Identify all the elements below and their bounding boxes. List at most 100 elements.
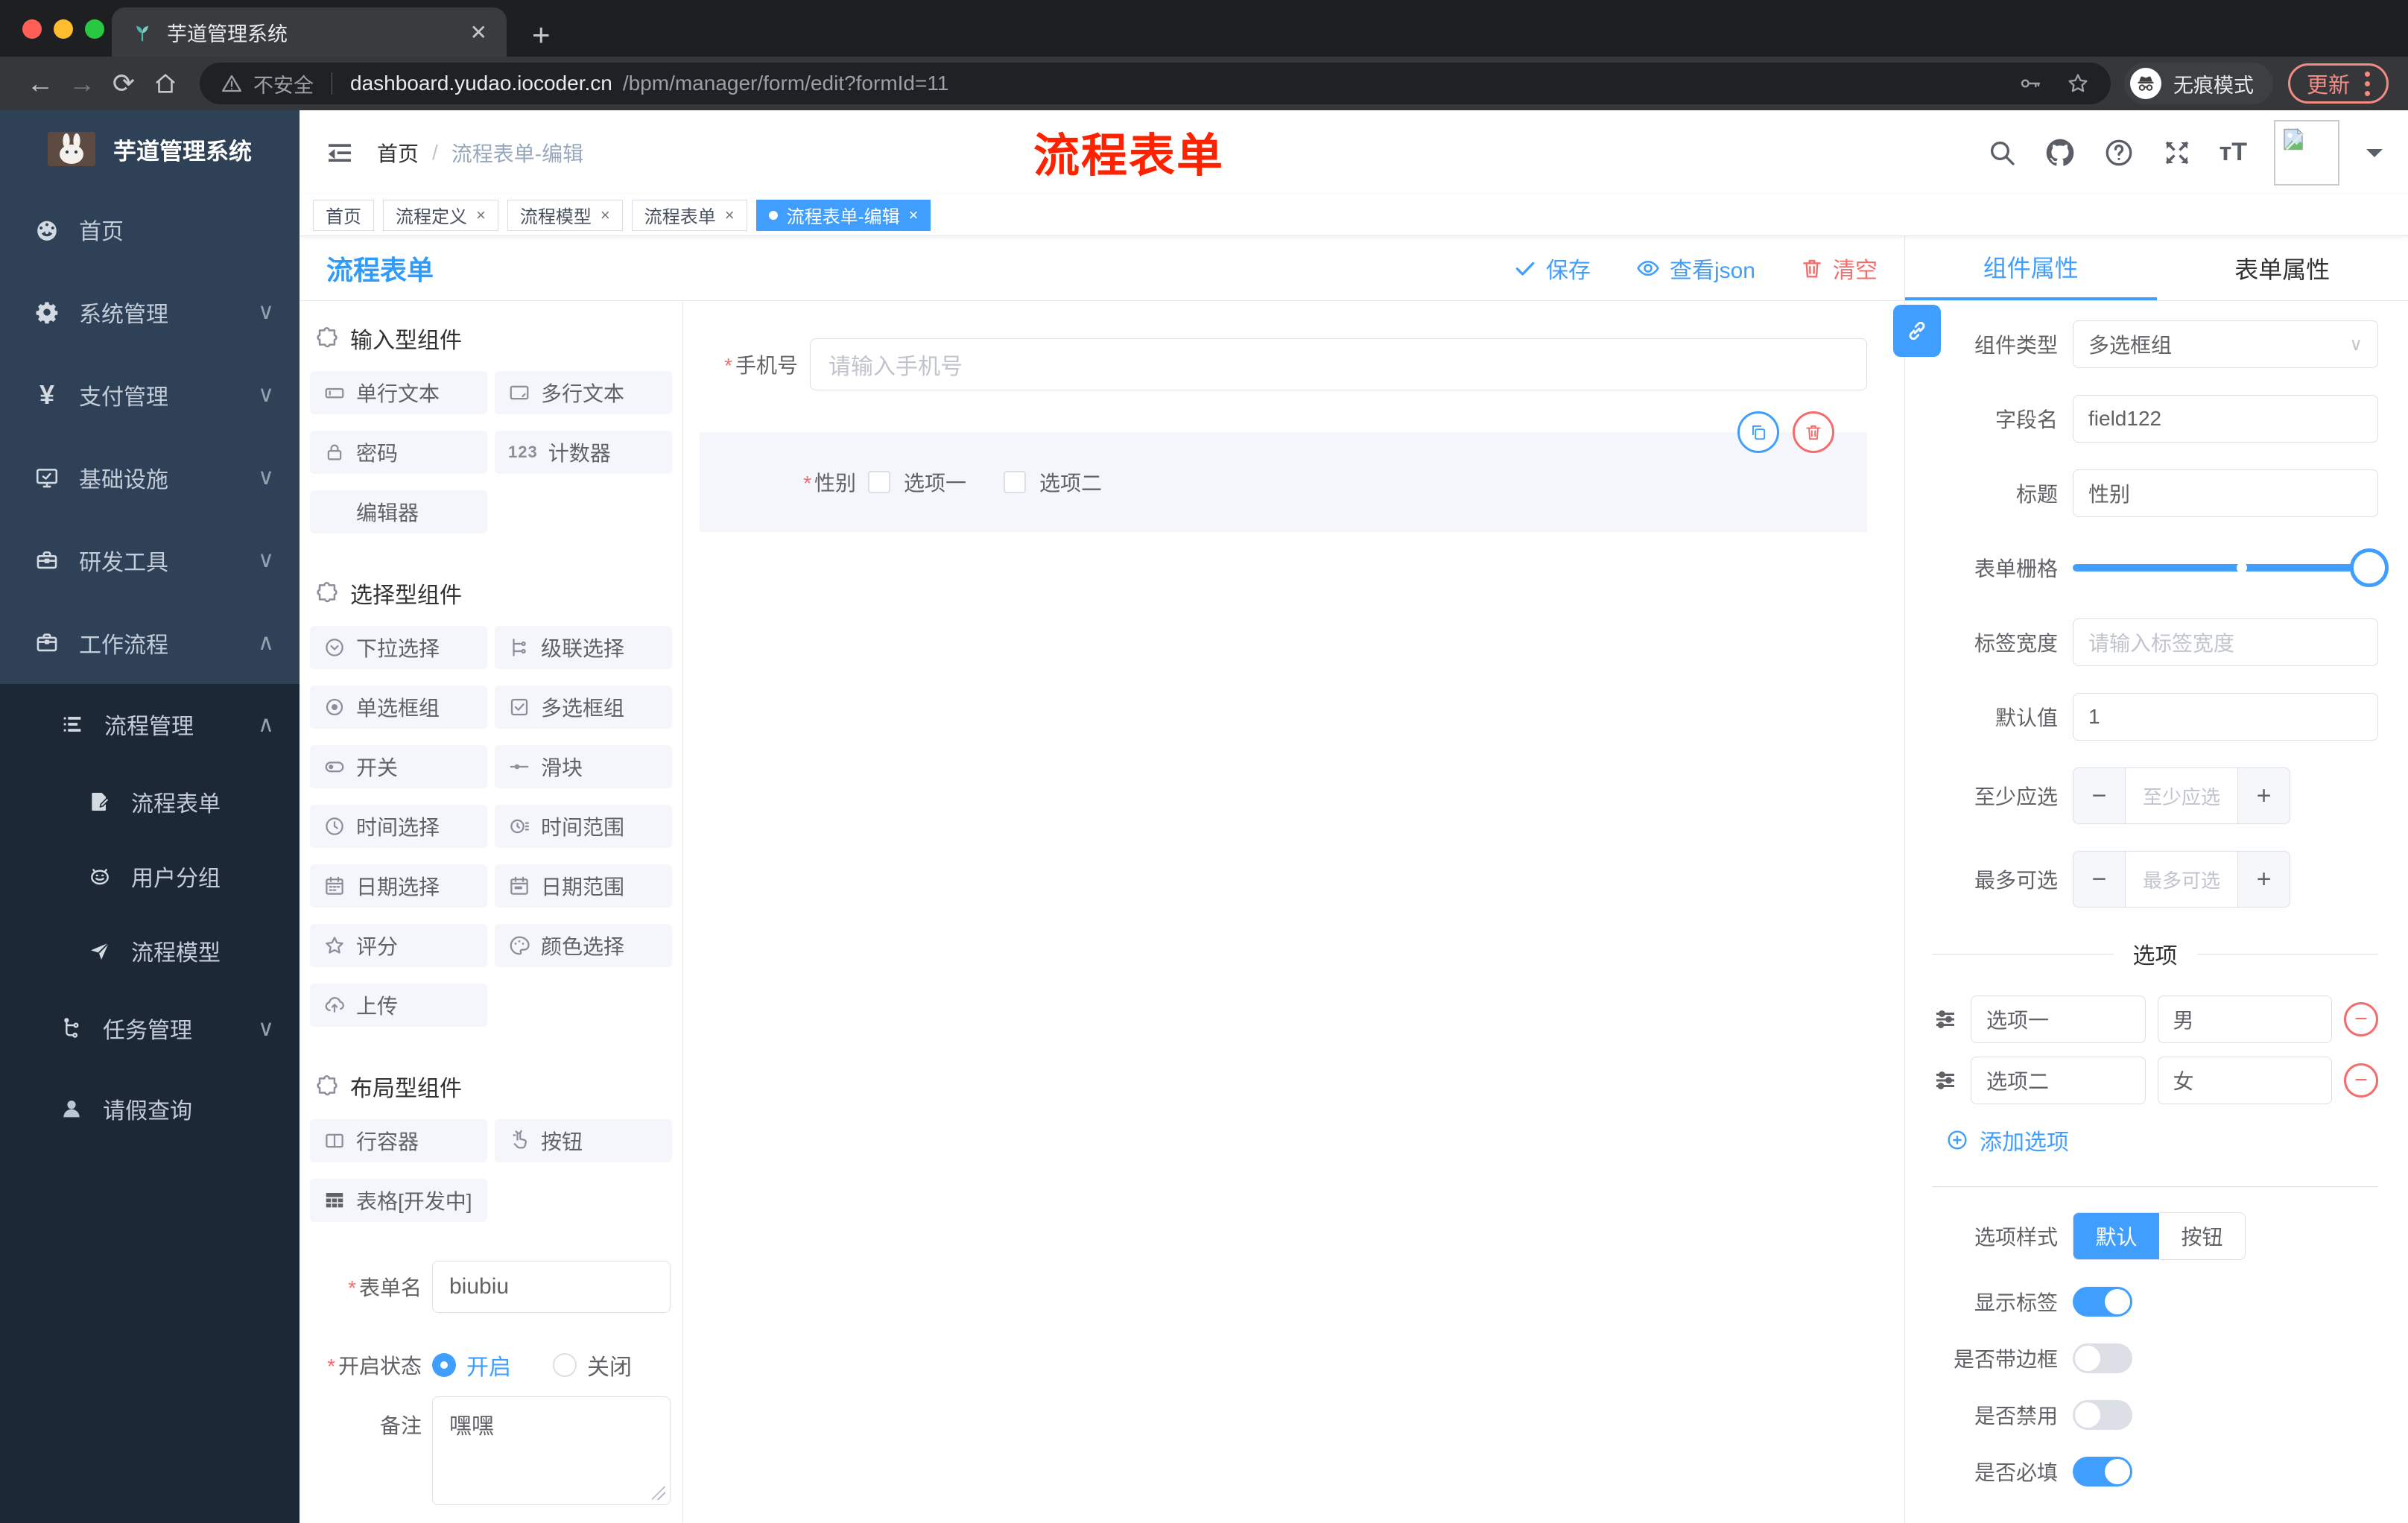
option-label-input[interactable]: 选项一	[1971, 995, 2146, 1043]
palette-item-switch[interactable]: 开关	[310, 745, 487, 788]
status-radio-on[interactable]: 开启	[432, 1349, 511, 1381]
tab-form-props[interactable]: 表单属性	[2157, 236, 2408, 300]
save-button[interactable]: 保存	[1513, 252, 1591, 285]
avatar[interactable]	[2274, 119, 2339, 186]
tag-process-form-edit[interactable]: 流程表单-编辑 ×	[755, 199, 931, 231]
palette-item-password[interactable]: 密码	[310, 431, 487, 474]
home-icon[interactable]	[145, 69, 186, 98]
palette-item-counter[interactable]: 123 计数器	[495, 431, 672, 474]
option-value-input[interactable]: 女	[2157, 1057, 2332, 1104]
sidebar-item-system[interactable]: 系统管理 ∨	[0, 270, 300, 353]
remove-option-button[interactable]: −	[2344, 1002, 2378, 1036]
clear-button[interactable]: 清空	[1800, 252, 1878, 285]
browser-update-button[interactable]: 更新	[2287, 63, 2389, 104]
bookmark-star-icon[interactable]	[2066, 72, 2090, 95]
default-value-input[interactable]: 1	[2073, 693, 2378, 741]
stepper-decrease-button[interactable]: −	[2073, 768, 2126, 823]
font-size-icon[interactable]: тT	[2220, 138, 2247, 167]
palette-item-slider[interactable]: 滑块	[495, 745, 672, 788]
resize-handle[interactable]	[652, 1486, 665, 1500]
canvas-field-phone[interactable]: * 手机号 请输入手机号	[700, 338, 1867, 390]
close-window-button[interactable]	[22, 19, 42, 39]
style-default-button[interactable]: 默认	[2073, 1213, 2159, 1259]
window-controls[interactable]	[22, 19, 104, 39]
tab-close-icon[interactable]: ✕	[470, 20, 487, 45]
palette-item-multi-text[interactable]: 多行文本	[495, 371, 672, 414]
option-value-input[interactable]: 男	[2157, 995, 2332, 1043]
sidebar-item-workflow[interactable]: 工作流程 ∧	[0, 601, 300, 684]
sidebar-item-task-mgmt[interactable]: 任务管理 ∨	[0, 988, 300, 1068]
canvas-field-gender-selected[interactable]: * 性别 选项一 选项二	[700, 411, 1867, 532]
required-toggle[interactable]	[2073, 1457, 2132, 1486]
browser-menu-icon[interactable]	[2365, 71, 2370, 96]
remove-option-button[interactable]: −	[2344, 1063, 2378, 1098]
delete-component-button[interactable]	[1793, 411, 1834, 453]
back-icon[interactable]: ←	[19, 68, 61, 99]
sidebar-item-payment[interactable]: ¥ 支付管理 ∨	[0, 353, 300, 436]
new-tab-button[interactable]: +	[532, 19, 551, 51]
min-select-input[interactable]: 至少应选	[2126, 768, 2237, 823]
security-label[interactable]: 不安全	[253, 69, 314, 98]
form-canvas[interactable]: * 手机号 请输入手机号 * 性别 选项一 选项二	[683, 301, 1904, 1523]
minimize-window-button[interactable]	[54, 19, 73, 39]
tag-process-definition[interactable]: 流程定义 ×	[383, 199, 498, 231]
sidebar-item-devtools[interactable]: 研发工具 ∨	[0, 519, 300, 601]
show-label-toggle[interactable]	[2073, 1287, 2132, 1317]
border-toggle[interactable]	[2073, 1343, 2132, 1373]
search-icon[interactable]	[1987, 138, 2017, 168]
gender-option-2[interactable]: 选项二	[1004, 467, 1102, 497]
link-icon[interactable]	[1893, 305, 1941, 357]
tag-close-icon[interactable]: ×	[909, 206, 919, 225]
component-type-select[interactable]: 多选框组 ∨	[2073, 320, 2378, 368]
github-icon[interactable]	[2044, 136, 2076, 169]
palette-item-time-picker[interactable]: 时间选择	[310, 805, 487, 848]
palette-item-checkbox-group[interactable]: 多选框组	[495, 685, 672, 729]
sidebar-item-user-group[interactable]: 用户分组	[0, 839, 300, 914]
slider-handle[interactable]	[2350, 548, 2389, 587]
stepper-increase-button[interactable]: +	[2237, 768, 2290, 823]
tag-close-icon[interactable]: ×	[601, 206, 610, 225]
copy-component-button[interactable]	[1737, 411, 1779, 453]
form-name-input[interactable]: biubiu	[432, 1261, 671, 1313]
sidebar-item-leave-query[interactable]: 请假查询	[0, 1068, 300, 1149]
phone-input[interactable]: 请输入手机号	[810, 338, 1867, 390]
remark-textarea[interactable]: 嘿嘿	[432, 1396, 671, 1505]
fullscreen-icon[interactable]	[2161, 137, 2193, 168]
checkbox-icon[interactable]	[1004, 471, 1027, 493]
option-label-input[interactable]: 选项二	[1971, 1057, 2146, 1104]
max-select-input[interactable]: 最多可选	[2126, 852, 2237, 907]
key-icon[interactable]	[2018, 72, 2042, 95]
help-icon[interactable]	[2103, 137, 2135, 168]
sidebar-item-process-form[interactable]: 流程表单	[0, 764, 300, 839]
palette-item-rate[interactable]: 评分	[310, 924, 487, 967]
palette-item-cascader[interactable]: 级联选择	[495, 626, 672, 669]
forward-icon[interactable]: →	[61, 68, 103, 99]
palette-item-editor[interactable]: 编辑器	[310, 490, 487, 533]
palette-item-select[interactable]: 下拉选择	[310, 626, 487, 669]
style-button-button[interactable]: 按钮	[2159, 1213, 2245, 1259]
maximize-window-button[interactable]	[85, 19, 104, 39]
sidebar-item-process-mgmt[interactable]: 流程管理 ∧	[0, 684, 300, 764]
tab-component-props[interactable]: 组件属性	[1905, 236, 2157, 300]
drag-handle-icon[interactable]	[1932, 1067, 1959, 1094]
browser-tab[interactable]: 芋道管理系统 ✕	[112, 7, 507, 57]
menu-fold-icon[interactable]	[325, 138, 355, 168]
tag-close-icon[interactable]: ×	[725, 206, 735, 225]
palette-item-radio-group[interactable]: 单选框组	[310, 685, 487, 729]
palette-item-date-picker[interactable]: 日期选择	[310, 864, 487, 908]
label-width-input[interactable]: 请输入标签宽度	[2073, 618, 2378, 666]
stepper-decrease-button[interactable]: −	[2073, 852, 2126, 907]
caret-down-icon[interactable]	[2366, 148, 2383, 165]
add-option-button[interactable]: 添加选项	[1945, 1124, 2378, 1156]
reload-icon[interactable]: ⟳	[103, 68, 145, 99]
title-input[interactable]: 性别	[2073, 469, 2378, 517]
tag-process-model[interactable]: 流程模型 ×	[507, 199, 623, 231]
sidebar-item-infra[interactable]: 基础设施 ∨	[0, 436, 300, 519]
breadcrumb-home[interactable]: 首页	[377, 138, 419, 168]
tag-process-form[interactable]: 流程表单 ×	[631, 199, 747, 231]
sidebar-item-home[interactable]: 首页	[0, 188, 300, 270]
palette-item-upload[interactable]: 上传	[310, 984, 487, 1027]
status-radio-off[interactable]: 关闭	[553, 1349, 632, 1381]
tag-close-icon[interactable]: ×	[476, 206, 486, 225]
view-json-button[interactable]: 查看json	[1635, 252, 1755, 285]
